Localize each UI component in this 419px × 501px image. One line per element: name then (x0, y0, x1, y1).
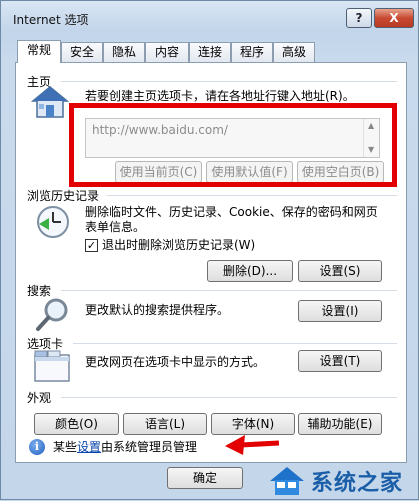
tab-privacy[interactable]: 隐私 (103, 42, 145, 62)
admin-notice: 某些设置由系统管理员管理 (53, 440, 197, 455)
magnifier-icon (36, 298, 68, 331)
tab-programs[interactable]: 程序 (231, 42, 273, 62)
help-button[interactable]: ? (346, 8, 372, 28)
settings-link[interactable]: 设置 (77, 440, 101, 454)
history-section-label: 浏览历史记录 (27, 189, 100, 203)
watermark-logo: 系统之家 (261, 459, 419, 501)
admin-notice-suffix: 由系统管理员管理 (101, 440, 198, 454)
history-description-line2: 表单信息。 (85, 220, 146, 234)
tab-advanced[interactable]: 高级 (273, 42, 315, 62)
watermark-text: 系统之家 (311, 471, 404, 496)
tab-general[interactable]: 常规 (17, 40, 61, 63)
delete-on-exit-label[interactable]: 退出时删除浏览历史记录(W) (102, 238, 255, 253)
tab-security[interactable]: 安全 (61, 42, 103, 62)
history-settings-button[interactable]: 设置(S) (298, 260, 382, 282)
tab-connections[interactable]: 连接 (189, 42, 231, 62)
info-icon: i (29, 439, 45, 455)
internet-options-window: Internet 选项 ? X 常规 安全 隐私 内容 连接 程序 高级 主页 … (0, 0, 419, 500)
highlight-box (69, 103, 397, 187)
history-clock-icon (37, 206, 69, 238)
search-description: 更改默认的搜索提供程序。 (85, 303, 230, 317)
appearance-separator (61, 397, 397, 398)
tab-content[interactable]: 内容 (145, 42, 189, 62)
window-title: Internet 选项 (13, 13, 89, 27)
tabs-description: 更改网页在选项卡中显示的方式。 (85, 355, 266, 369)
search-settings-button[interactable]: 设置(I) (298, 300, 382, 322)
languages-button[interactable]: 语言(L) (123, 413, 207, 435)
red-arrow-icon (225, 435, 280, 455)
house-icon (31, 86, 69, 118)
accessibility-button[interactable]: 辅助功能(E) (298, 413, 382, 435)
ok-button[interactable]: 确定 (167, 467, 243, 489)
tabbed-window-icon (34, 350, 70, 382)
tabs-settings-button[interactable]: 设置(T) (298, 350, 382, 372)
close-button[interactable]: X (374, 8, 414, 28)
title-bar: Internet 选项 ? X (1, 1, 418, 33)
watermark-house-icon (270, 467, 304, 495)
tabs-separator (73, 343, 397, 344)
history-description-line1: 删除临时文件、历史记录、Cookie、保存的密码和网页 (85, 205, 378, 219)
delete-on-exit-checkbox[interactable]: ✓ (85, 239, 98, 252)
appearance-section-label: 外观 (27, 391, 52, 405)
admin-notice-prefix: 某些 (53, 440, 78, 454)
colors-button[interactable]: 颜色(O) (34, 413, 119, 435)
delete-history-button[interactable]: 删除(D)... (207, 260, 293, 282)
home-description: 若要创建主页选项卡，请在各地址行键入地址(R)。 (85, 89, 355, 103)
home-separator (61, 81, 397, 82)
history-separator (107, 195, 397, 196)
search-separator (61, 290, 397, 291)
